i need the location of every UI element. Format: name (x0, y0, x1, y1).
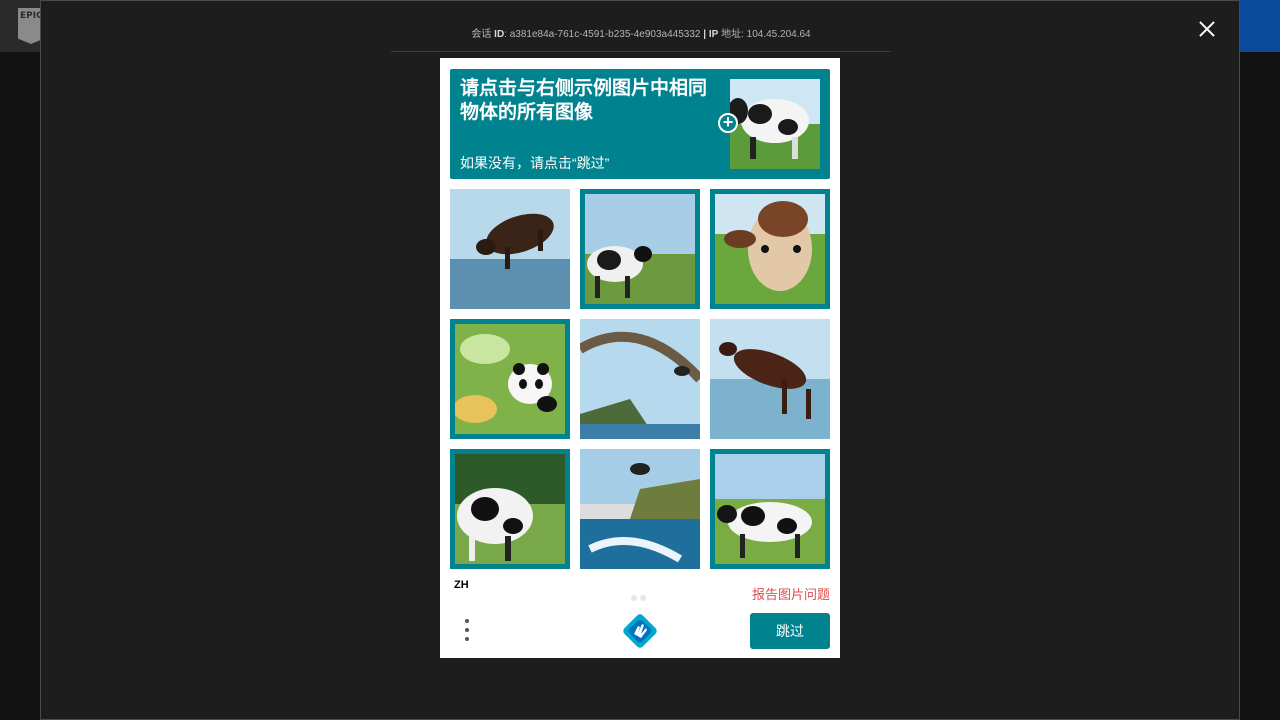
page-indicator (631, 588, 649, 606)
grid-tile-1[interactable] (450, 189, 570, 309)
captcha-challenge: 请点击与右侧示例图片中相同物体的所有图像 如果没有，请点击“跳过” + ZH 报… (440, 58, 840, 658)
header-action-button[interactable] (1238, 0, 1280, 52)
captcha-overlay: 会话 ID: a381e84a-761c-4591-b235-4e903a445… (40, 0, 1240, 720)
prompt-title: 请点击与右侧示例图片中相同物体的所有图像 (460, 78, 708, 123)
example-image (730, 79, 820, 169)
close-icon[interactable] (1196, 18, 1218, 40)
image-grid (450, 189, 830, 569)
grid-tile-6[interactable] (710, 319, 830, 439)
grid-tile-9[interactable] (710, 449, 830, 569)
session-info: 会话 ID: a381e84a-761c-4591-b235-4e903a445… (391, 23, 891, 52)
grid-tile-4[interactable] (450, 319, 570, 439)
hcaptcha-logo-icon[interactable] (623, 614, 657, 648)
page-dot-2 (640, 595, 646, 601)
plus-icon: + (718, 113, 738, 133)
grid-tile-2[interactable] (580, 189, 700, 309)
report-image-link[interactable]: 报告图片问题 (752, 584, 830, 603)
grid-tile-8[interactable] (580, 449, 700, 569)
grid-tile-7[interactable] (450, 449, 570, 569)
more-options-icon[interactable] (462, 619, 472, 645)
grid-tile-5[interactable] (580, 319, 700, 439)
language-selector[interactable]: ZH (454, 579, 469, 591)
page-dot-1 (631, 595, 637, 601)
prompt-hint: 如果没有，请点击“跳过” (460, 155, 610, 171)
grid-tile-3[interactable] (710, 189, 830, 309)
skip-button[interactable]: 跳过 (750, 613, 830, 649)
prompt-banner: 请点击与右侧示例图片中相同物体的所有图像 如果没有，请点击“跳过” + (450, 69, 830, 179)
